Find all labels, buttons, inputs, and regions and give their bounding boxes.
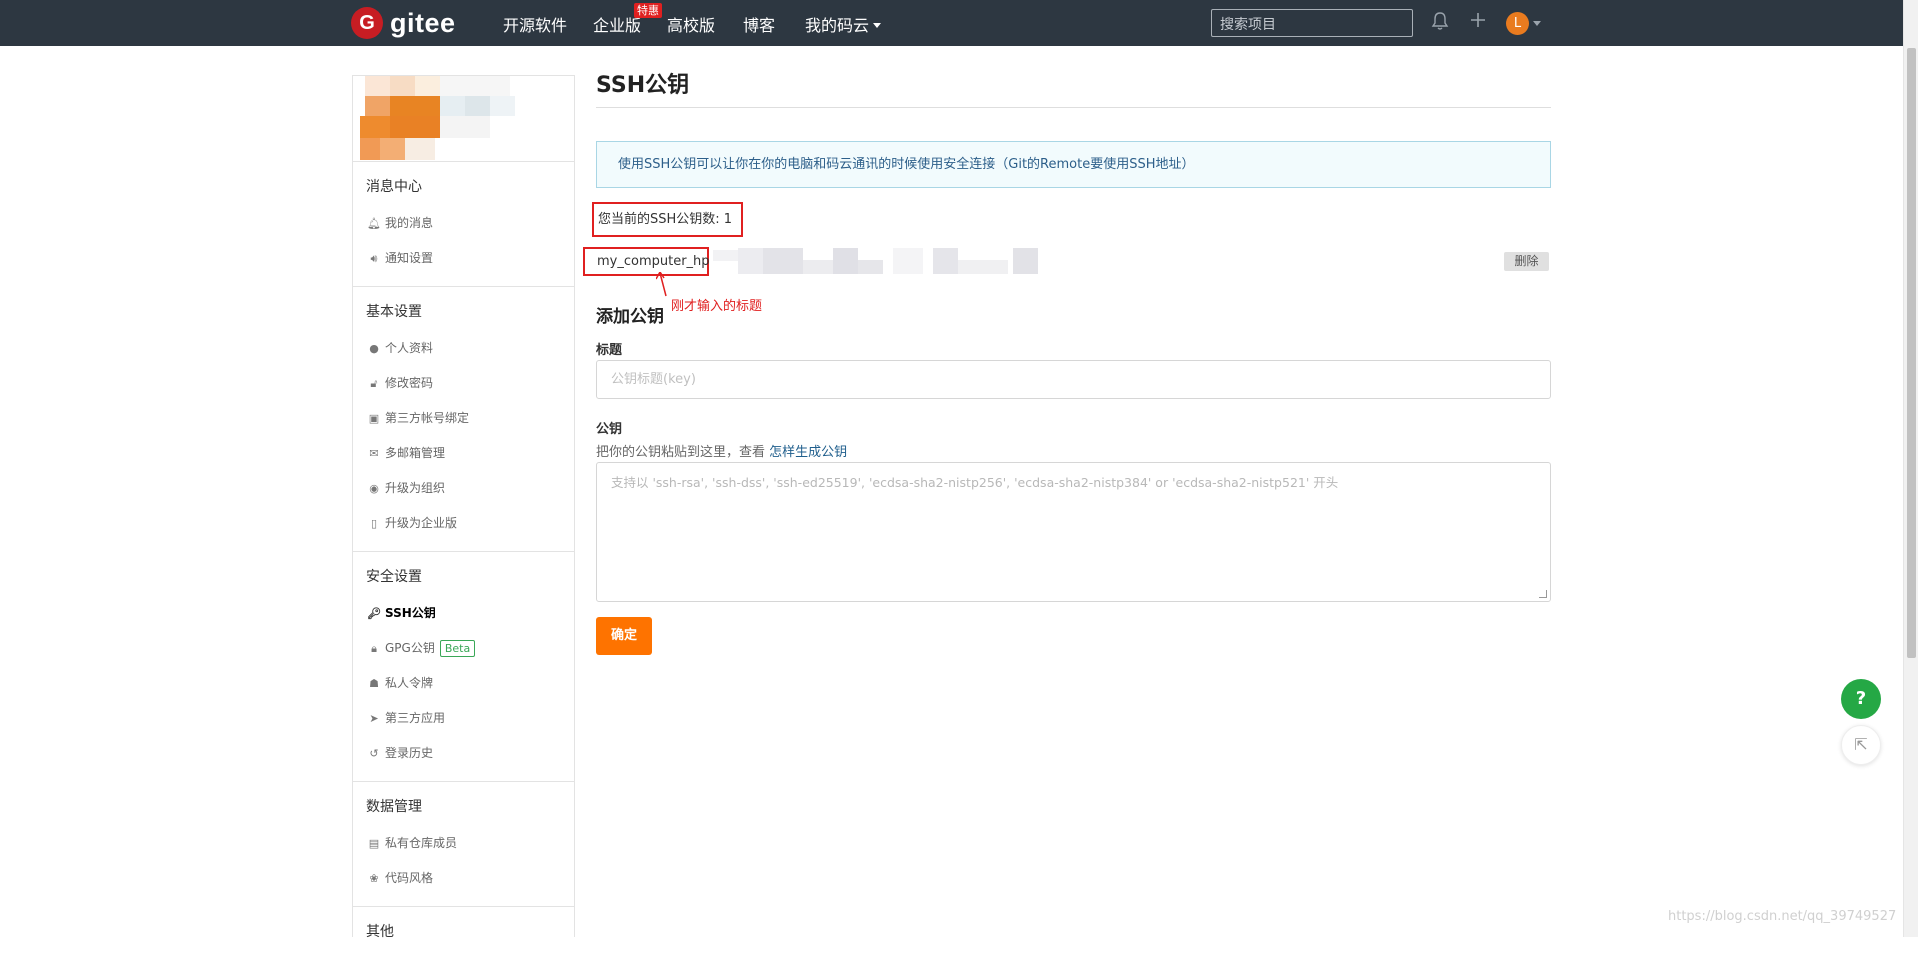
sidebar-item-third-party-apps[interactable]: ➤ 第三方应用 [353, 701, 574, 736]
sidebar-item-label: 登录历史 [385, 746, 434, 760]
history-icon: ↺ [369, 747, 379, 760]
public-key-placeholder: 支持以 'ssh-rsa', 'ssh-dss', 'ssh-ed25519',… [611, 475, 1339, 490]
annotation-text: 刚才输入的标题 [671, 299, 763, 314]
sidebar-item-change-password[interactable]: 🔓︎ 修改密码 [353, 366, 574, 401]
repo-icon: ▤ [368, 837, 380, 850]
info-alert: 使用SSH公钥可以让你在你的电脑和码云通讯的时候使用安全连接（Git的Remot… [596, 141, 1551, 188]
sidebar-item-email-management[interactable]: ✉ 多邮箱管理 [353, 436, 574, 471]
beta-badge: Beta [439, 640, 476, 657]
sidebar-item-ssh-keys[interactable]: 🔑︎ SSH公钥 [353, 596, 574, 631]
key-field-label: 公钥 [596, 422, 623, 437]
sidebar-heading-data: 数据管理 [366, 799, 422, 815]
scrollbar-thumb[interactable] [1907, 48, 1916, 658]
public-key-textarea[interactable]: 支持以 'ssh-rsa', 'ssh-dss', 'ssh-ed25519',… [596, 462, 1551, 602]
chevron-down-icon [873, 23, 882, 28]
sidebar-item-upgrade-enterprise[interactable]: ▯ 升级为企业版 [353, 506, 574, 541]
sidebar-item-gpg-keys[interactable]: 🔒︎ GPG公钥 Beta [353, 631, 574, 666]
help-button[interactable]: ? [1841, 679, 1881, 719]
main-content: SSH公钥 使用SSH公钥可以让你在你的电脑和码云通讯的时候使用安全连接（Git… [583, 75, 1551, 655]
building-icon: ▯ [370, 517, 378, 530]
rocket-icon: ➤ [369, 712, 379, 725]
sidebar-section-basic: 基本设置 ● 个人资料 🔓︎ 修改密码 ▣ 第三方帐号绑定 ✉ 多邮箱管理 ◉ … [353, 287, 574, 552]
sidebar-item-my-messages[interactable]: 🔔︎ 我的消息 [353, 206, 574, 241]
gitee-logo[interactable]: G gitee [351, 7, 456, 39]
sidebar-item-upgrade-org[interactable]: ◉ 升级为组织 [353, 471, 574, 506]
sidebar-item-label: 私人令牌 [385, 676, 434, 690]
how-to-generate-key-link[interactable]: 怎样生成公钥 [769, 445, 847, 460]
key-title-input[interactable]: 公钥标题(key) [596, 360, 1551, 399]
nav-my-gitee-label: 我的码云 [805, 16, 870, 35]
bell-icon: 🔔︎ [367, 217, 381, 230]
ssh-key-count: 您当前的SSH公钥数: 1 [592, 202, 743, 237]
gitee-logo-text: gitee [390, 7, 456, 38]
sidebar-item-login-history[interactable]: ↺ 登录历史 [353, 736, 574, 771]
lock-icon: 🔒︎ [371, 642, 377, 655]
sidebar-item-label: 多邮箱管理 [385, 446, 446, 460]
key-help-prefix: 把你的公钥粘贴到这里，查看 [596, 445, 770, 460]
group-icon: ◉ [369, 482, 379, 495]
plus-icon[interactable] [1467, 11, 1489, 33]
title-field-label: 标题 [596, 343, 623, 358]
key-help-text: 把你的公钥粘贴到这里，查看 怎样生成公钥 [596, 441, 847, 460]
sidebar-item-label: GPG公钥 [385, 641, 435, 655]
gitee-logo-icon: G [351, 7, 383, 39]
settings-sidebar: 消息中心 🔔︎ 我的消息 🔊︎ 通知设置 基本设置 ● 个人资料 🔓︎ 修改密码… [352, 75, 575, 940]
sidebar-heading-other: 其他 [366, 924, 394, 940]
avatar-chevron-down-icon[interactable] [1533, 21, 1541, 26]
top-navbar: G gitee 开源软件 企业版 特惠 高校版 博客 我的码云 搜索项目 L [0, 0, 1918, 46]
page-title: SSH公钥 [596, 75, 1551, 108]
sidebar-item-third-party-binding[interactable]: ▣ 第三方帐号绑定 [353, 401, 574, 436]
avatar[interactable]: L [1506, 12, 1529, 35]
sidebar-section-other: 其他 [353, 907, 574, 961]
sidebar-item-profile[interactable]: ● 个人资料 [353, 331, 574, 366]
key-icon: 🔑︎ [367, 607, 381, 620]
sidebar-item-private-repo-members[interactable]: ▤ 私有仓库成员 [353, 826, 574, 861]
nav-my-gitee[interactable]: 我的码云 [805, 12, 882, 36]
share-icon[interactable]: ⇱ [1841, 725, 1881, 765]
sidebar-item-label: 我的消息 [385, 216, 434, 230]
sidebar-item-label: 通知设置 [385, 251, 434, 265]
nav-open-source[interactable]: 开源软件 [503, 12, 567, 36]
ssh-key-title[interactable]: my_computer_hp [583, 247, 710, 276]
sidebar-section-security: 安全设置 🔑︎ SSH公钥 🔒︎ GPG公钥 Beta ☗ 私人令牌 ➤ 第三方… [353, 552, 574, 782]
sidebar-item-label: 私有仓库成员 [385, 836, 458, 850]
watermark: https://blog.csdn.net/qq_39749527 [1668, 909, 1897, 924]
resize-handle-icon[interactable] [1539, 590, 1547, 598]
sidebar-heading-basic: 基本设置 [366, 304, 422, 320]
sidebar-heading-messages: 消息中心 [366, 179, 422, 195]
token-icon: ☗ [369, 677, 379, 690]
sidebar-item-private-tokens[interactable]: ☗ 私人令牌 [353, 666, 574, 701]
profile-avatar-pixelated [353, 76, 574, 162]
speaker-icon: 🔊︎ [370, 252, 378, 265]
nav-education[interactable]: 高校版 [667, 12, 715, 36]
sidebar-item-label: 升级为组织 [385, 481, 446, 495]
user-icon: ● [369, 342, 379, 355]
ssh-key-row: my_computer_hp 删除 [583, 247, 1551, 276]
sidebar-item-label: 第三方应用 [385, 711, 446, 725]
sidebar-section-data: 数据管理 ▤ 私有仓库成员 ❀ 代码风格 [353, 782, 574, 907]
nav-blog[interactable]: 博客 [743, 12, 775, 36]
sidebar-section-messages: 消息中心 🔔︎ 我的消息 🔊︎ 通知设置 [353, 162, 574, 287]
id-card-icon: ▣ [368, 412, 380, 425]
delete-key-button[interactable]: 删除 [1504, 252, 1549, 271]
promo-badge: 特惠 [634, 3, 662, 18]
add-key-heading: 添加公钥 [596, 307, 664, 327]
submit-button[interactable]: 确定 [596, 617, 652, 655]
sidebar-item-label: 升级为企业版 [385, 516, 458, 530]
sidebar-item-label: SSH公钥 [385, 606, 436, 620]
sidebar-heading-security: 安全设置 [366, 569, 422, 585]
envelope-icon: ✉ [369, 447, 379, 460]
sidebar-item-label: 修改密码 [385, 376, 434, 390]
bell-icon[interactable] [1429, 11, 1451, 33]
sidebar-item-label: 代码风格 [385, 871, 434, 885]
sidebar-item-label: 第三方帐号绑定 [385, 411, 470, 425]
page-scrollbar[interactable] [1903, 0, 1918, 937]
sidebar-item-notification-settings[interactable]: 🔊︎ 通知设置 [353, 241, 574, 276]
sidebar-item-label: 个人资料 [385, 341, 434, 355]
palette-icon: ❀ [369, 872, 379, 885]
unlock-icon: 🔓︎ [370, 377, 378, 390]
search-input[interactable]: 搜索项目 [1211, 9, 1413, 37]
sidebar-item-code-style[interactable]: ❀ 代码风格 [353, 861, 574, 896]
